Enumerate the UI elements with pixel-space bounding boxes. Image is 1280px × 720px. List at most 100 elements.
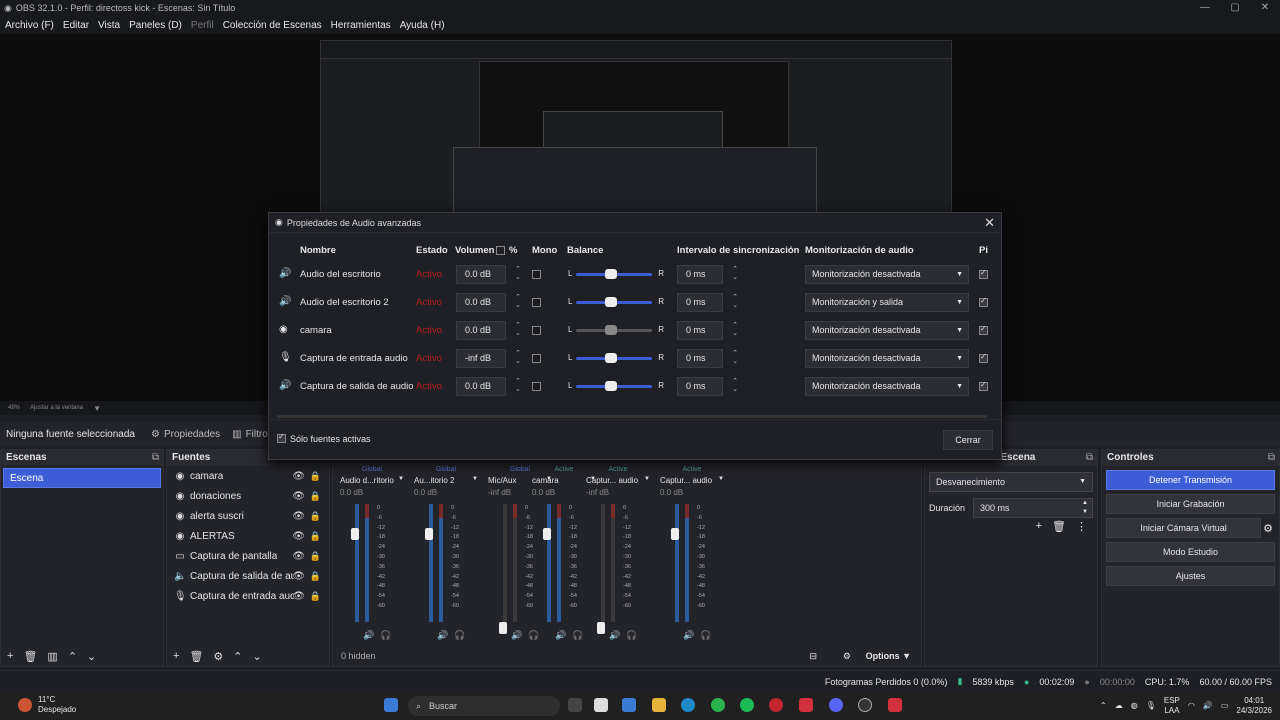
duration-input[interactable]: 300 ms ▲ ▼ (973, 498, 1093, 518)
add-icon[interactable]: + (173, 650, 179, 662)
track-checkbox[interactable] (979, 296, 988, 307)
volume-icon[interactable]: 🔊 (1203, 701, 1213, 711)
horizontal-scrollbar[interactable] (277, 415, 987, 418)
weather-widget[interactable]: 11°C Despejado (18, 695, 76, 715)
spin-arrows-icon[interactable]: ▲ ▼ (1082, 499, 1088, 517)
balance-handle[interactable] (605, 325, 617, 335)
volume-fader[interactable] (671, 528, 679, 540)
eye-icon[interactable]: 👁 (292, 491, 305, 502)
speaker-icon[interactable]: 🔊 (609, 630, 620, 641)
headphones-icon[interactable]: 🎧 (626, 630, 637, 641)
headphones-icon[interactable]: 🎧 (700, 630, 711, 641)
monitoring-select[interactable]: Monitorización desactivada ▼ (805, 349, 969, 368)
balance-slider[interactable]: L R (568, 297, 664, 307)
lock-icon[interactable]: 🔒 (310, 491, 321, 502)
lock-icon[interactable]: 🔒 (310, 471, 321, 482)
eye-icon[interactable]: 👁 (292, 531, 305, 542)
mono-checkbox[interactable] (532, 326, 541, 335)
mixer-settings-icon[interactable]: ⚙ (843, 651, 851, 662)
file-explorer-icon[interactable] (652, 698, 666, 712)
volume-input[interactable]: 0.0 dB ⌃ ⌄ (456, 265, 521, 284)
mono-checkbox[interactable] (532, 298, 541, 307)
balance-slider[interactable]: L R (568, 353, 664, 363)
eye-icon[interactable]: 👁 (292, 511, 305, 522)
channel-name-row[interactable]: Captur... audio ▼ (583, 476, 653, 488)
spin-arrows-icon[interactable]: ⌃ ⌄ (515, 294, 521, 310)
fit-window-option[interactable]: Ajustar a la ventana (30, 405, 83, 411)
windows-start-icon[interactable] (384, 698, 398, 712)
monitoring-select[interactable]: Monitorización y salida ▼ (805, 293, 969, 312)
balance-handle[interactable] (605, 269, 617, 279)
headphones-icon[interactable]: 🎧 (454, 630, 465, 641)
source-item[interactable]: 🔈 Captura de salida de audio 👁 🔒 (167, 566, 329, 586)
undock-icon[interactable]: ⧉ (1268, 450, 1275, 466)
track-checkbox[interactable] (979, 380, 988, 391)
volume-fader[interactable] (425, 528, 433, 540)
eye-icon[interactable]: 👁 (292, 571, 305, 582)
store-icon[interactable] (594, 698, 608, 712)
studio-mode-button[interactable]: Modo Estudio (1106, 542, 1275, 562)
speaker-icon[interactable]: 🔊 (363, 630, 374, 641)
track-checkbox[interactable] (979, 352, 988, 363)
volume-input[interactable]: -inf dB ⌃ ⌄ (456, 349, 521, 368)
lock-icon[interactable]: 🔒 (310, 531, 321, 542)
battery-icon[interactable]: ▭ (1221, 701, 1229, 711)
volume-input[interactable]: 0.0 dB ⌃ ⌄ (456, 321, 521, 340)
menu-docks[interactable]: Paneles (D) (129, 20, 182, 31)
edge-icon[interactable] (681, 698, 695, 712)
close-icon[interactable]: ✕ (984, 215, 995, 231)
lock-icon[interactable]: 🔒 (310, 591, 321, 602)
percent-checkbox[interactable] (496, 246, 505, 255)
source-item[interactable]: 🎙 Captura de entrada audio 👁 🔒 (167, 586, 329, 606)
trash-icon[interactable]: 🗑 (23, 650, 37, 663)
spin-arrows-icon[interactable]: ⌃ ⌄ (515, 378, 521, 394)
speaker-icon[interactable]: 🔊 (437, 630, 448, 641)
volume-fader[interactable] (543, 528, 551, 540)
spotify-icon[interactable] (740, 698, 754, 712)
mono-checkbox[interactable] (532, 382, 541, 391)
transition-type-select[interactable]: Desvanecimiento ▼ (929, 472, 1093, 492)
volume-input[interactable]: 0.0 dB ⌃ ⌄ (456, 377, 521, 396)
trash-icon[interactable]: 🗑 (1052, 520, 1066, 533)
source-item[interactable]: ◉ alerta suscri 👁 🔒 (167, 506, 329, 526)
menu-profile[interactable]: Perfil (191, 20, 214, 31)
spin-arrows-icon[interactable]: ⌃ ⌄ (732, 266, 738, 282)
onedrive-icon[interactable]: ☁ (1115, 701, 1123, 711)
arrow-down-icon[interactable]: ⌄ (87, 650, 96, 663)
arrow-up-icon[interactable]: ⌃ (233, 650, 242, 663)
settings-button[interactable]: Ajustes (1106, 566, 1275, 586)
monitoring-select[interactable]: Monitorización desactivada ▼ (805, 377, 969, 396)
spin-arrows-icon[interactable]: ⌃ ⌄ (732, 350, 738, 366)
discord-icon[interactable] (829, 698, 843, 712)
wifi-icon[interactable]: ◠ (1188, 701, 1195, 711)
task-view-icon[interactable] (568, 698, 582, 712)
eye-icon[interactable]: 👁 (292, 551, 305, 562)
properties-button[interactable]: ⚙ Propiedades (145, 426, 226, 443)
outlook-icon[interactable] (622, 698, 636, 712)
monitoring-select[interactable]: Monitorización desactivada ▼ (805, 265, 969, 284)
taskbar-search[interactable]: ⌕ Buscar (408, 696, 560, 716)
balance-slider[interactable]: L R (568, 381, 664, 391)
track-checkbox[interactable] (979, 324, 988, 335)
eye-icon[interactable]: 👁 (292, 591, 305, 602)
headphones-icon[interactable]: 🎧 (380, 630, 391, 641)
menu-view[interactable]: Vista (98, 20, 120, 31)
clock[interactable]: 04:01 24/3/2026 (1236, 696, 1272, 716)
app-icon[interactable] (799, 698, 813, 712)
chevron-down-icon[interactable]: ▼ (93, 404, 101, 413)
sync-offset-input[interactable]: 0 ms ⌃ ⌄ (677, 293, 738, 312)
maximize-button[interactable]: ▢ (1220, 0, 1250, 16)
zoom-level[interactable]: 49% (8, 405, 20, 411)
balance-handle[interactable] (605, 353, 617, 363)
more-icon[interactable]: ⋮ (1076, 520, 1087, 533)
speaker-icon[interactable]: 🔊 (555, 630, 566, 641)
speaker-icon[interactable]: 🔊 (511, 630, 522, 641)
trash-icon[interactable]: 🗑 (189, 650, 203, 663)
channel-name-row[interactable]: Au...itorio 2 ▼ (411, 476, 481, 488)
opera-icon[interactable] (769, 698, 783, 712)
spin-arrows-icon[interactable]: ⌃ ⌄ (732, 322, 738, 338)
start-recording-button[interactable]: Iniciar Grabación (1106, 494, 1275, 514)
spin-arrows-icon[interactable]: ⌃ ⌄ (515, 266, 521, 282)
mic-icon[interactable]: 🎙 (1146, 701, 1156, 711)
start-virtual-camera-button[interactable]: Iniciar Cámara Virtual (1106, 518, 1262, 538)
